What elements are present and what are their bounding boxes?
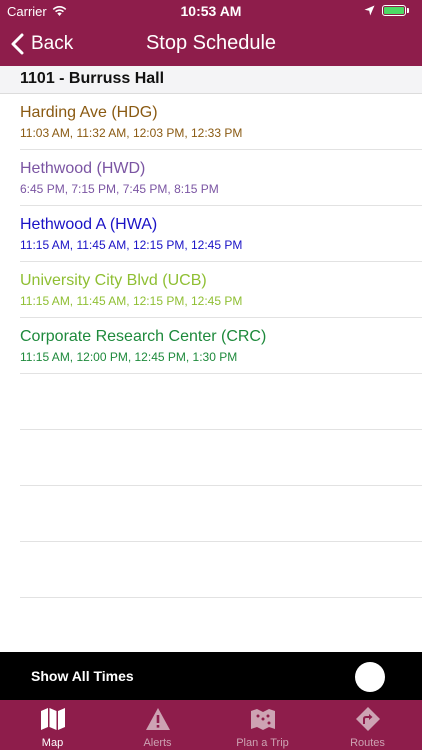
- empty-row: [20, 374, 422, 430]
- routes-icon: [356, 707, 380, 731]
- route-row[interactable]: Hethwood (HWD) 6:45 PM, 7:15 PM, 7:45 PM,…: [20, 150, 422, 206]
- show-all-times-toggle[interactable]: [355, 662, 385, 692]
- stop-section-header: 1101 - Burruss Hall: [0, 66, 422, 94]
- empty-row: [20, 542, 422, 598]
- location-arrow-icon: [364, 5, 375, 16]
- plan-trip-icon: [251, 709, 275, 730]
- route-row[interactable]: Corporate Research Center (CRC) 11:15 AM,…: [20, 318, 422, 374]
- route-name: Harding Ave (HDG): [20, 104, 158, 121]
- route-times: 6:45 PM, 7:15 PM, 7:45 PM, 8:15 PM: [20, 182, 219, 196]
- route-times: 11:15 AM, 12:00 PM, 12:45 PM, 1:30 PM: [20, 350, 238, 364]
- empty-row: [20, 486, 422, 542]
- alert-icon: [146, 708, 170, 730]
- show-all-times-bar: Show All Times: [0, 652, 422, 700]
- stop-title: 1101 - Burruss Hall: [20, 70, 165, 87]
- tab-label: Plan a Trip: [236, 737, 289, 749]
- route-row[interactable]: Harding Ave (HDG) 11:03 AM, 11:32 AM, 12:…: [20, 94, 422, 150]
- tab-bar: Map Alerts Plan a Trip Routes: [0, 700, 422, 750]
- route-times: 11:15 AM, 11:45 AM, 12:15 PM, 12:45 PM: [20, 294, 243, 308]
- route-row[interactable]: Hethwood A (HWA) 11:15 AM, 11:45 AM, 12:1…: [20, 206, 422, 262]
- header: Carrier 10:53 AM Back Stop Schedule: [0, 0, 422, 66]
- route-name: Corporate Research Center (CRC): [20, 328, 267, 345]
- tab-label: Map: [41, 737, 64, 749]
- tab-map[interactable]: Map: [0, 700, 105, 750]
- route-times: 11:15 AM, 11:45 AM, 12:15 PM, 12:45 PM: [20, 238, 243, 252]
- route-name: University City Blvd (UCB): [20, 272, 207, 289]
- show-all-times-label: Show All Times: [31, 668, 134, 684]
- clock: 10:53 AM: [180, 3, 242, 19]
- tab-routes[interactable]: Routes: [315, 700, 420, 750]
- route-name: Hethwood A (HWA): [20, 216, 158, 233]
- route-name: Hethwood (HWD): [20, 160, 146, 177]
- tab-plan-a-trip[interactable]: Plan a Trip: [210, 700, 315, 750]
- page-title: Stop Schedule: [145, 32, 277, 54]
- route-times: 11:03 AM, 11:32 AM, 12:03 PM, 12:33 PM: [20, 126, 243, 140]
- battery-icon: [382, 5, 406, 16]
- empty-row: [20, 430, 422, 486]
- status-bar: Carrier 10:53 AM: [0, 0, 422, 22]
- tab-alerts[interactable]: Alerts: [105, 700, 210, 750]
- tab-label: Alerts: [143, 737, 172, 749]
- empty-row: [20, 598, 422, 652]
- tab-label: Routes: [350, 737, 385, 749]
- route-row[interactable]: University City Blvd (UCB) 11:15 AM, 11:4…: [20, 262, 422, 318]
- route-schedule-list[interactable]: Harding Ave (HDG) 11:03 AM, 11:32 AM, 12:…: [0, 94, 422, 652]
- map-icon: [41, 708, 65, 730]
